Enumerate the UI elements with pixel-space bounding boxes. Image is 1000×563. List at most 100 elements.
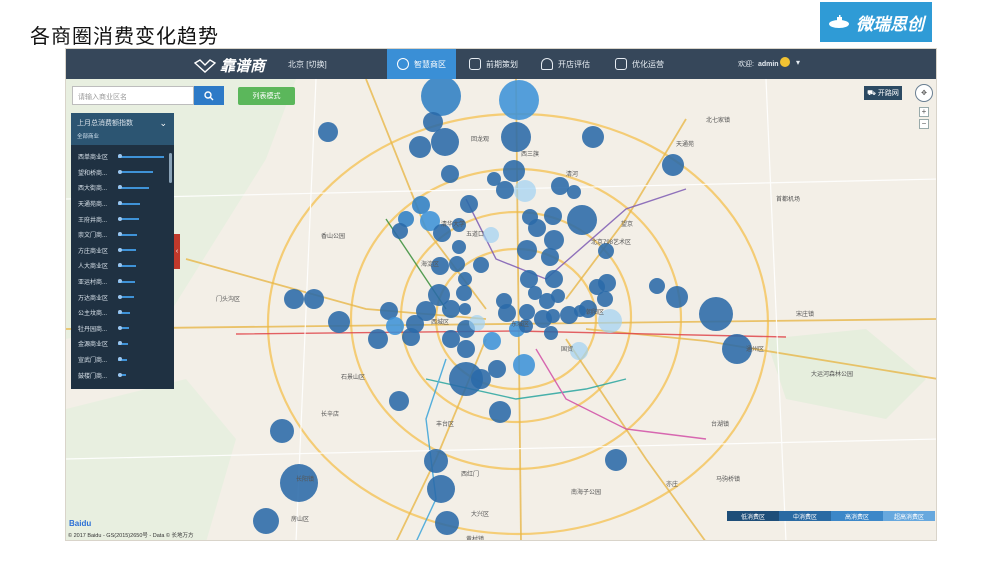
district-bubble[interactable] bbox=[441, 165, 459, 183]
district-bubble[interactable] bbox=[699, 297, 733, 331]
district-bubble[interactable] bbox=[389, 391, 409, 411]
district-bubble[interactable] bbox=[435, 511, 459, 535]
district-bubble[interactable] bbox=[459, 303, 471, 315]
district-bubble[interactable] bbox=[328, 311, 350, 333]
ranking-row[interactable]: 天通苑商... bbox=[71, 196, 174, 212]
ranking-panel-header[interactable]: 上月总消费额指数 全部商业 ⌄ bbox=[71, 113, 174, 145]
district-bubble[interactable] bbox=[589, 279, 605, 295]
district-bubble[interactable] bbox=[503, 160, 525, 182]
ranking-row[interactable]: 牡丹园商... bbox=[71, 321, 174, 337]
district-bubble[interactable] bbox=[520, 270, 538, 288]
ranking-scrollbar[interactable] bbox=[169, 153, 172, 183]
district-bubble[interactable] bbox=[517, 240, 537, 260]
district-bubble[interactable] bbox=[456, 285, 472, 301]
district-bubble[interactable] bbox=[442, 330, 460, 348]
district-bubble[interactable] bbox=[270, 419, 294, 443]
app-brand[interactable]: 靠谱商 bbox=[194, 55, 265, 76]
district-bubble[interactable] bbox=[541, 248, 559, 266]
legend-item[interactable]: 低消费区 bbox=[727, 511, 779, 521]
district-bubble[interactable] bbox=[528, 219, 546, 237]
district-bubble[interactable] bbox=[392, 223, 408, 239]
legend-item[interactable]: 中消费区 bbox=[779, 511, 831, 521]
district-bubble[interactable] bbox=[284, 289, 304, 309]
district-bubble[interactable] bbox=[488, 360, 506, 378]
district-bubble[interactable] bbox=[544, 326, 558, 340]
district-bubble[interactable] bbox=[449, 256, 465, 272]
district-bubble[interactable] bbox=[304, 289, 324, 309]
district-bubble[interactable] bbox=[489, 401, 511, 423]
chevron-down-icon[interactable]: ⌄ bbox=[159, 118, 167, 129]
district-bubble[interactable] bbox=[605, 449, 627, 471]
district-bubble[interactable] bbox=[514, 180, 536, 202]
district-bubble[interactable] bbox=[424, 449, 448, 473]
district-bubble[interactable] bbox=[545, 270, 563, 288]
district-bubble[interactable] bbox=[496, 181, 514, 199]
district-bubble[interactable] bbox=[662, 154, 684, 176]
district-bubble[interactable] bbox=[567, 205, 597, 235]
district-bubble[interactable] bbox=[412, 196, 430, 214]
ranking-row[interactable]: 西大街商... bbox=[71, 180, 174, 196]
district-bubble[interactable] bbox=[513, 354, 535, 376]
district-bubble[interactable] bbox=[496, 293, 512, 309]
ranking-row[interactable]: 人大商业区 bbox=[71, 258, 174, 274]
district-bubble[interactable] bbox=[483, 332, 501, 350]
district-bubble[interactable] bbox=[501, 122, 531, 152]
district-bubble[interactable] bbox=[544, 230, 564, 250]
district-bubble[interactable] bbox=[499, 80, 539, 120]
zoom-in-button[interactable]: + bbox=[919, 107, 929, 117]
ranking-row[interactable]: 金源商业区 bbox=[71, 336, 174, 352]
ranking-row[interactable]: 西单商业区 bbox=[71, 149, 174, 165]
district-bubble[interactable] bbox=[431, 128, 459, 156]
district-bubble[interactable] bbox=[471, 369, 491, 389]
district-bubble[interactable] bbox=[452, 240, 466, 254]
district-bubble[interactable] bbox=[469, 315, 485, 331]
ranking-row[interactable]: 公主坟商... bbox=[71, 305, 174, 321]
nav-smart-district[interactable]: 智慧商区 bbox=[387, 49, 456, 79]
district-bubble[interactable] bbox=[409, 136, 431, 158]
district-bubble[interactable] bbox=[649, 278, 665, 294]
district-bubble[interactable] bbox=[442, 300, 460, 318]
user-avatar-icon[interactable] bbox=[780, 57, 790, 67]
ranking-row[interactable]: 万达商业区 bbox=[71, 289, 174, 305]
panel-collapse-tab[interactable]: ‹ bbox=[174, 234, 180, 269]
road-network-button[interactable]: ⛟ 开路网 bbox=[864, 86, 902, 100]
district-bubble[interactable] bbox=[253, 508, 279, 534]
district-bubble[interactable] bbox=[386, 317, 404, 335]
city-switch[interactable]: 北京 [切换] bbox=[288, 59, 327, 70]
user-menu-chevron-icon[interactable]: ▾ bbox=[796, 58, 800, 67]
district-bubble[interactable] bbox=[318, 122, 338, 142]
district-bubble[interactable] bbox=[457, 340, 475, 358]
district-bubble[interactable] bbox=[582, 126, 604, 148]
district-bubble[interactable] bbox=[458, 272, 472, 286]
district-bubble[interactable] bbox=[280, 464, 318, 502]
district-bubble[interactable] bbox=[551, 289, 565, 303]
district-search-input[interactable]: 请输入商业区名 bbox=[72, 86, 194, 105]
ranking-row[interactable]: 王府井商... bbox=[71, 211, 174, 227]
ranking-row[interactable]: 望和桥商... bbox=[71, 165, 174, 181]
district-bubble[interactable] bbox=[427, 475, 455, 503]
zoom-out-button[interactable]: − bbox=[919, 119, 929, 129]
district-bubble[interactable] bbox=[666, 286, 688, 308]
list-mode-button[interactable]: 列表模式 bbox=[238, 87, 295, 105]
search-button[interactable] bbox=[194, 86, 224, 105]
ranking-row[interactable]: 方庄商业区 bbox=[71, 243, 174, 259]
pan-control-icon[interactable]: ✥ bbox=[915, 84, 933, 102]
legend-item[interactable]: 超高消费区 bbox=[883, 511, 935, 521]
district-bubble[interactable] bbox=[544, 207, 562, 225]
district-bubble[interactable] bbox=[483, 227, 499, 243]
district-bubble[interactable] bbox=[567, 185, 581, 199]
district-bubble[interactable] bbox=[551, 177, 569, 195]
district-bubble[interactable] bbox=[546, 309, 560, 323]
ranking-row[interactable]: 鼓楼门商... bbox=[71, 367, 174, 383]
district-bubble[interactable] bbox=[368, 329, 388, 349]
district-bubble[interactable] bbox=[528, 286, 542, 300]
ranking-row[interactable]: 崇文门商... bbox=[71, 227, 174, 243]
district-bubble[interactable] bbox=[473, 257, 489, 273]
nav-planning[interactable]: 前期策划 bbox=[459, 49, 528, 79]
ranking-row[interactable]: 宣武门商... bbox=[71, 352, 174, 368]
district-bubble[interactable] bbox=[402, 328, 420, 346]
district-bubble[interactable] bbox=[460, 195, 478, 213]
nav-store-eval[interactable]: 开店评估 bbox=[531, 49, 600, 79]
nav-operations[interactable]: 优化运营 bbox=[605, 49, 674, 79]
legend-item[interactable]: 高消费区 bbox=[831, 511, 883, 521]
